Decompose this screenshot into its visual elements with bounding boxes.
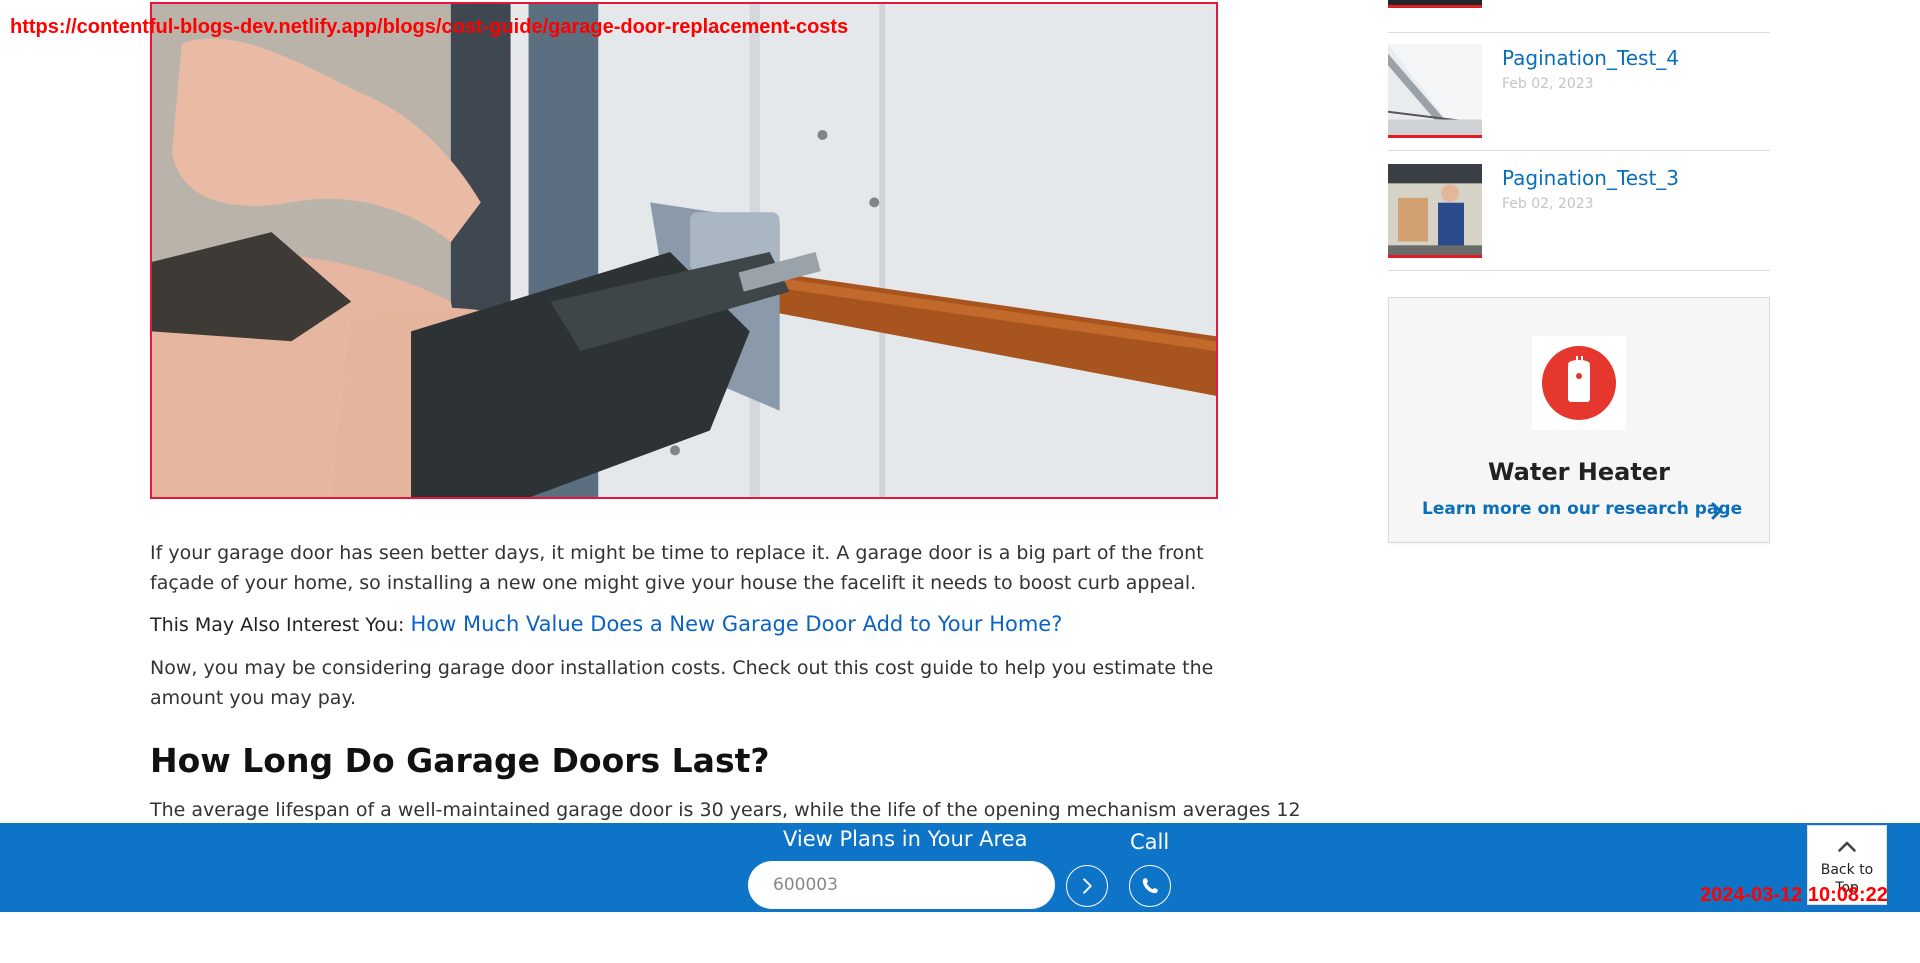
call-label: Call [1130,830,1170,854]
post-title-link[interactable]: Pagination_Test_4 [1502,46,1679,70]
card-title: Water Heater [1488,458,1670,486]
hero-image [150,2,1218,499]
post-thumbnail[interactable] [1388,0,1482,8]
sidebar-post-previous[interactable] [1388,0,1770,33]
phone-icon [1142,878,1158,894]
cost-guide-paragraph: Now, you may be considering garage door … [150,657,1214,709]
zip-code-input[interactable] [748,861,1055,909]
post-date: Feb 02, 2023 [1502,76,1594,92]
intro-paragraph: If your garage door has seen better days… [150,542,1204,594]
chevron-right-icon [1083,878,1092,894]
submit-zip-button[interactable] [1066,865,1108,907]
post-thumbnail[interactable] [1388,164,1482,258]
related-article: This May Also Interest You: How Much Val… [150,612,1062,636]
sidebar-post[interactable]: Pagination_Test_3 Feb 02, 2023 [1388,152,1770,271]
related-article-label: This May Also Interest You: [150,614,405,636]
post-date: Feb 02, 2023 [1502,196,1594,212]
sidebar-post[interactable]: Pagination_Test_4 Feb 02, 2023 [1388,32,1770,151]
url-overlay: https://contentful-blogs-dev.netlify.app… [10,16,849,38]
chevron-up-icon [1838,841,1856,852]
post-title-link[interactable]: Pagination_Test_3 [1502,166,1679,190]
related-article-link[interactable]: How Much Value Does a New Garage Door Ad… [410,612,1062,636]
section-heading: How Long Do Garage Doors Last? [150,741,770,780]
plans-title: View Plans in Your Area [783,827,1028,851]
water-heater-card: Water Heater Learn more on our research … [1388,297,1770,543]
chevron-right-icon[interactable] [1709,501,1725,521]
call-button[interactable] [1129,865,1171,907]
post-thumbnail[interactable] [1388,44,1482,138]
timestamp-overlay: 2024-03-12 10:08:22 [1700,884,1888,906]
plans-bar: View Plans in Your Area Call [0,823,1920,912]
lifespan-paragraph: The average lifespan of a well-maintaine… [150,799,1301,821]
research-page-link[interactable]: Learn more on our research page [1422,499,1742,519]
garage-door-photo [152,4,1216,497]
water-heater-icon [1532,336,1626,430]
